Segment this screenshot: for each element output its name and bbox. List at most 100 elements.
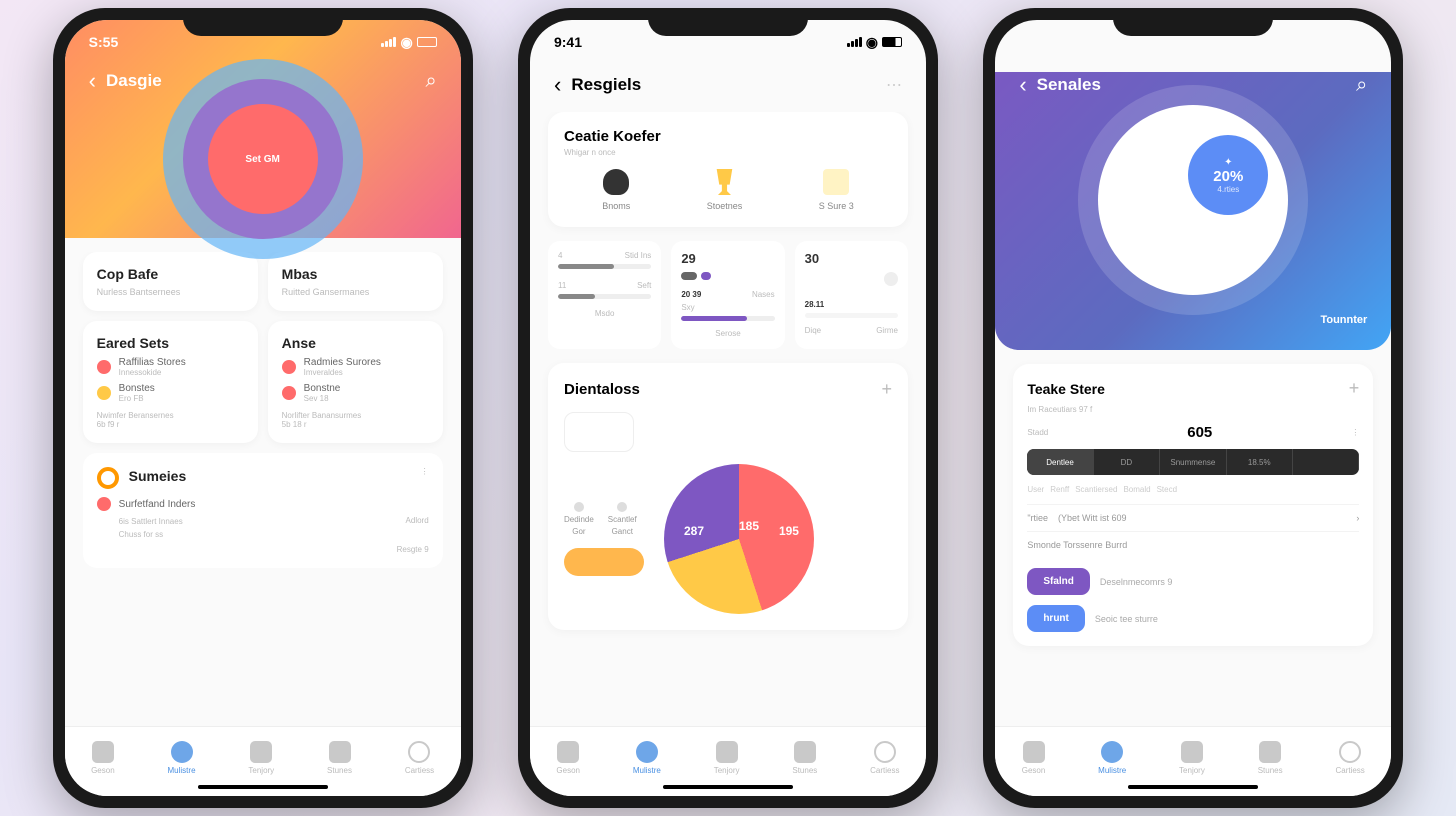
tab-icon: [250, 741, 272, 763]
ring-icon: [97, 467, 119, 489]
tab-3[interactable]: Stunes: [327, 741, 352, 775]
tab-icon: [716, 741, 738, 763]
seg-2[interactable]: Snummense: [1160, 449, 1226, 475]
primary-button[interactable]: Sfalnd: [1027, 568, 1090, 595]
screen-2: 9:41 ◉ ‹ Resgiels ⋯ Ceatie Koefer Whigar…: [530, 20, 926, 796]
seg-0[interactable]: Dentlee: [1027, 449, 1093, 475]
home-indicator[interactable]: [1128, 785, 1258, 789]
more-icon[interactable]: ⋯: [886, 75, 902, 95]
phone-frame-1: S:55 ◉ ‹ Dasgie ⌕ Set GM Cop: [53, 8, 473, 808]
stat-cell-1[interactable]: 29 20 39Nases Sxy Serose: [671, 241, 784, 349]
hero-tag: Tounnter: [1320, 314, 1367, 326]
section-title: Dientaloss: [564, 381, 640, 398]
secondary-button[interactable]: hrunt: [1027, 605, 1085, 632]
card-eared-sets[interactable]: Eared Sets Raffilias StoresInnessokide B…: [83, 321, 258, 443]
card-title: Ceatie Koefer: [564, 128, 892, 145]
tab-1[interactable]: Mulistre: [633, 741, 661, 775]
legend-item: ScantlefGanct: [608, 502, 637, 536]
seg-3[interactable]: 18.5%: [1227, 449, 1293, 475]
search-icon[interactable]: ⌕: [1356, 74, 1367, 97]
back-icon[interactable]: ‹: [1019, 72, 1026, 98]
category-bell[interactable]: Bnoms: [602, 169, 630, 211]
tab-icon: [794, 741, 816, 763]
screen-3: Su8:1 ◉ ‹ Senales ⌕ ✦: [995, 20, 1391, 796]
card-cop-bafe[interactable]: Cop Bafe Nurless Bantsernees: [83, 252, 258, 311]
dot-icon: [282, 386, 296, 400]
battery-icon: [417, 37, 437, 47]
filter-chip[interactable]: [564, 412, 634, 452]
home-indicator[interactable]: [663, 785, 793, 789]
category-ticket[interactable]: S Sure 3: [819, 169, 854, 211]
pie-chart: 287 185 195: [664, 464, 814, 614]
hero-gradient: Su8:1 ◉ ‹ Senales ⌕ ✦: [995, 72, 1391, 350]
tab-icon: [329, 741, 351, 763]
card-title: Mbas: [282, 266, 429, 282]
tab-4[interactable]: Cartiess: [1335, 741, 1364, 775]
trophy-icon: [711, 169, 737, 195]
tab-4[interactable]: Cartiess: [405, 741, 434, 775]
tab-1[interactable]: Mulistre: [168, 741, 196, 775]
tab-3[interactable]: Stunes: [1258, 741, 1283, 775]
stat-cell-0[interactable]: 4Stid Ins 11Seft Msdo: [548, 241, 661, 349]
ring-badge: ✦ 20% 4.rties: [1188, 135, 1268, 215]
card-anse[interactable]: Anse Radmies SuroresImveraldes BonstneSe…: [268, 321, 443, 443]
tab-2[interactable]: Tenjory: [714, 741, 740, 775]
card-subtitle: Ruitted Gansermanes: [282, 287, 429, 297]
notch: [648, 8, 808, 36]
bell-icon: [603, 169, 629, 195]
card-title: Cop Bafe: [97, 266, 244, 282]
header: ‹ Dasgie ⌕: [65, 60, 461, 108]
card-subtitle: Nurless Bantsernees: [97, 287, 244, 297]
segmented-control[interactable]: Dentlee DD Snummense 18.5%: [1027, 449, 1359, 475]
tab-2[interactable]: Tenjory: [1179, 741, 1205, 775]
stat-cell-2[interactable]: 30 28.11 DiqeGirme: [795, 241, 908, 349]
dot-icon: [282, 360, 296, 374]
card-subtitle: Whigar n once: [564, 148, 892, 157]
card-mbas[interactable]: Mbas Ruitted Gansermanes: [268, 252, 443, 311]
tab-1[interactable]: Mulistre: [1098, 741, 1126, 775]
seg-4[interactable]: [1293, 449, 1359, 475]
phone-frame-3: Su8:1 ◉ ‹ Senales ⌕ ✦: [983, 8, 1403, 808]
add-icon[interactable]: +: [1349, 378, 1360, 399]
hero-center-label: Set GM: [245, 154, 279, 165]
tab-3[interactable]: Stunes: [792, 741, 817, 775]
dot-icon: [97, 497, 111, 511]
tab-0[interactable]: Geson: [91, 741, 115, 775]
info-row: Smonde Torssenre Burrd: [1027, 531, 1359, 558]
status-icons: ◉: [847, 34, 902, 51]
screen-1: S:55 ◉ ‹ Dasgie ⌕ Set GM Cop: [65, 20, 461, 796]
page-title: Senales: [1037, 75, 1101, 95]
tab-icon: [557, 741, 579, 763]
notch: [183, 8, 343, 36]
search-icon[interactable]: ⌕: [425, 70, 436, 93]
back-icon[interactable]: ‹: [89, 68, 96, 94]
action-pill[interactable]: [564, 548, 644, 576]
status-time: 9:41: [554, 34, 582, 50]
tab-icon: [1181, 741, 1203, 763]
add-icon[interactable]: +: [881, 379, 892, 400]
progress-ring: ✦ 20% 4.rties: [1098, 105, 1288, 295]
category-trophy[interactable]: Stoetnes: [707, 169, 743, 211]
signal-icon: [381, 37, 396, 47]
status-icons: ◉: [381, 34, 436, 51]
summary-card[interactable]: Sumeies Surfetfand Inders 6is Sattlert I…: [83, 453, 443, 568]
tab-0[interactable]: Geson: [556, 741, 580, 775]
tab-2[interactable]: Tenjory: [248, 741, 274, 775]
dot-icon: [97, 360, 111, 374]
tab-4[interactable]: Cartiess: [870, 741, 899, 775]
chip-row: User Renff Scantiersed Bomald Stecd: [1027, 485, 1359, 494]
tab-icon: [1339, 741, 1361, 763]
tab-icon: [636, 741, 658, 763]
wifi-icon: ◉: [866, 34, 878, 51]
summary-title: Sumeies: [129, 468, 187, 484]
battery-icon: [882, 37, 902, 47]
header: ‹ Resgiels ⋯: [530, 64, 926, 112]
dot-icon: [97, 386, 111, 400]
top-category-card: Ceatie Koefer Whigar n once Bnoms Stoetn…: [548, 112, 908, 227]
back-icon[interactable]: ‹: [554, 72, 561, 98]
ticket-icon: [823, 169, 849, 195]
tab-icon: [1023, 741, 1045, 763]
tab-0[interactable]: Geson: [1022, 741, 1046, 775]
home-indicator[interactable]: [198, 785, 328, 789]
seg-1[interactable]: DD: [1094, 449, 1160, 475]
